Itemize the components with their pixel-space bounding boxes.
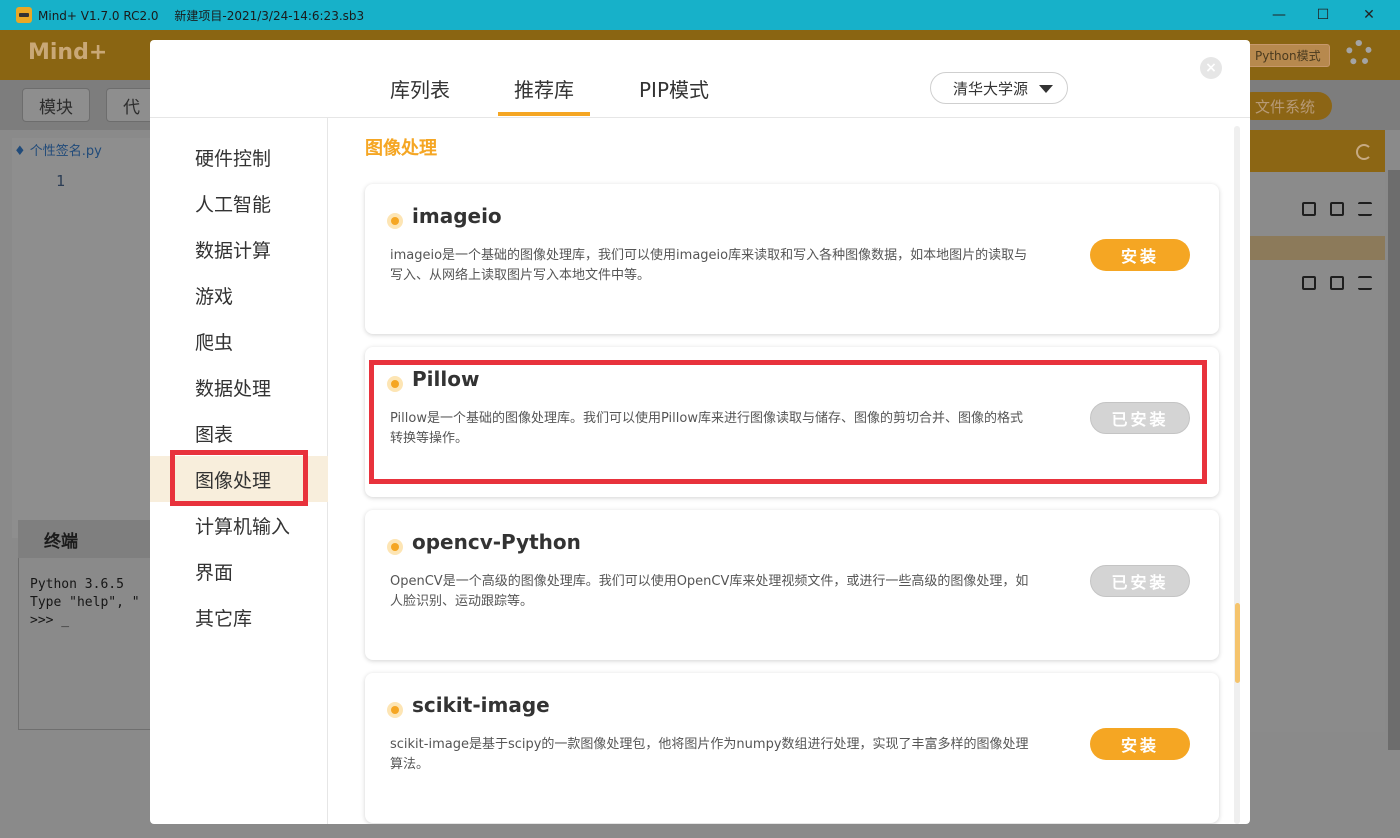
bullet-icon	[387, 539, 403, 555]
app-title: Mind+ V1.7.0 RC2.0	[38, 8, 159, 23]
editor-file-tab[interactable]: ♦ 个性签名.py	[14, 140, 102, 159]
category-computer-input[interactable]: 计算机输入	[150, 502, 328, 548]
tab-library-list[interactable]: 库列表	[390, 74, 450, 103]
scrollbar-track[interactable]	[1234, 126, 1240, 824]
bullet-icon	[387, 702, 403, 718]
section-title: 图像处理	[365, 138, 437, 159]
library-description: OpenCV是一个高级的图像处理库。我们可以使用OpenCV库来处理视频文件，或…	[390, 574, 1029, 609]
bullet-icon	[387, 213, 403, 229]
mind-plus-logo: Mind+	[28, 40, 108, 65]
category-highlight-box	[170, 450, 308, 506]
mind-plus-app-icon	[16, 7, 32, 23]
file-panel-row[interactable]	[1250, 236, 1385, 260]
editor-file-name: 个性签名.py	[29, 144, 102, 159]
library-name: scikit-image	[412, 693, 550, 717]
refresh-icon[interactable]	[1356, 144, 1372, 160]
menu-icon[interactable]	[1358, 202, 1372, 216]
tab-pip-mode[interactable]: PIP模式	[639, 74, 709, 103]
pillow-highlight-box	[369, 360, 1207, 484]
library-manager-dialog: 库列表 推荐库 PIP模式 清华大学源 × 硬件控制 人工智能 数据计算 游戏 …	[150, 40, 1250, 824]
maximize-button[interactable]: ☐	[1300, 0, 1346, 30]
category-data-computing[interactable]: 数据计算	[150, 226, 328, 272]
category-other-libraries[interactable]: 其它库	[150, 594, 328, 640]
new-file-icon[interactable]	[1302, 202, 1316, 216]
category-ai[interactable]: 人工智能	[150, 180, 328, 226]
source-select[interactable]: 清华大学源	[930, 72, 1068, 104]
menu-icon[interactable]	[1358, 276, 1372, 290]
category-crawler[interactable]: 爬虫	[150, 318, 328, 364]
active-tab-indicator	[498, 112, 590, 116]
category-games[interactable]: 游戏	[150, 272, 328, 318]
library-card-imageio: imageio imageio是一个基础的图像处理库，我们可以使用imageio…	[365, 184, 1219, 334]
project-title: 新建项目-2021/3/24-14:6:23.sb3	[174, 8, 365, 23]
dialog-close-button[interactable]: ×	[1200, 57, 1222, 79]
category-data-processing[interactable]: 数据处理	[150, 364, 328, 410]
library-name: opencv-Python	[412, 530, 581, 554]
gear-icon[interactable]	[1346, 40, 1372, 66]
new-folder-icon[interactable]	[1330, 276, 1344, 290]
library-card-scikit-image: scikit-image scikit-image是基于scipy的一款图像处理…	[365, 673, 1219, 823]
line-number: 1	[56, 172, 66, 190]
caret-down-icon	[1039, 85, 1053, 93]
category-hardware-control[interactable]: 硬件控制	[150, 134, 328, 180]
new-file-icon[interactable]	[1302, 276, 1316, 290]
window-close-button[interactable]: ✕	[1346, 0, 1392, 30]
source-select-value: 清华大学源	[953, 79, 1029, 98]
library-card-opencv: opencv-Python OpenCV是一个高级的图像处理库。我们可以使用Op…	[365, 510, 1219, 660]
terminal-output[interactable]: Python 3.6.5 Type "help", " >>> _	[30, 576, 150, 630]
dialog-tab-bar: 库列表 推荐库 PIP模式 清华大学源 ×	[150, 40, 1250, 118]
tab-recommended[interactable]: 推荐库	[514, 74, 574, 103]
scrollbar-thumb[interactable]	[1235, 603, 1240, 683]
terminal-title: 终端	[18, 520, 152, 558]
python-file-icon: ♦	[14, 144, 30, 159]
library-name: imageio	[412, 204, 502, 228]
tab-modules[interactable]: 模块	[22, 88, 90, 122]
install-button[interactable]: 安装	[1090, 728, 1190, 760]
right-edge-panel	[1388, 170, 1400, 750]
new-folder-icon[interactable]	[1330, 202, 1344, 216]
code-editor[interactable]	[12, 138, 152, 538]
install-button[interactable]: 安装	[1090, 239, 1190, 271]
file-system-button[interactable]: 文件系统	[1238, 92, 1332, 120]
tab-code[interactable]: 代	[106, 88, 156, 122]
minimize-button[interactable]: —	[1256, 0, 1302, 30]
installed-button[interactable]: 已安装	[1090, 565, 1190, 597]
python-mode-button[interactable]: Python模式	[1246, 44, 1330, 67]
window-title-bar: Mind+ V1.7.0 RC2.0 新建项目-2021/3/24-14:6:2…	[0, 0, 1400, 30]
library-description: scikit-image是基于scipy的一款图像处理包，他将图片作为numpy…	[390, 737, 1029, 772]
library-description: imageio是一个基础的图像处理库，我们可以使用imageio库来读取和写入各…	[390, 248, 1028, 283]
category-interface[interactable]: 界面	[150, 548, 328, 594]
window-title: Mind+ V1.7.0 RC2.0 新建项目-2021/3/24-14:6:2…	[38, 7, 364, 24]
